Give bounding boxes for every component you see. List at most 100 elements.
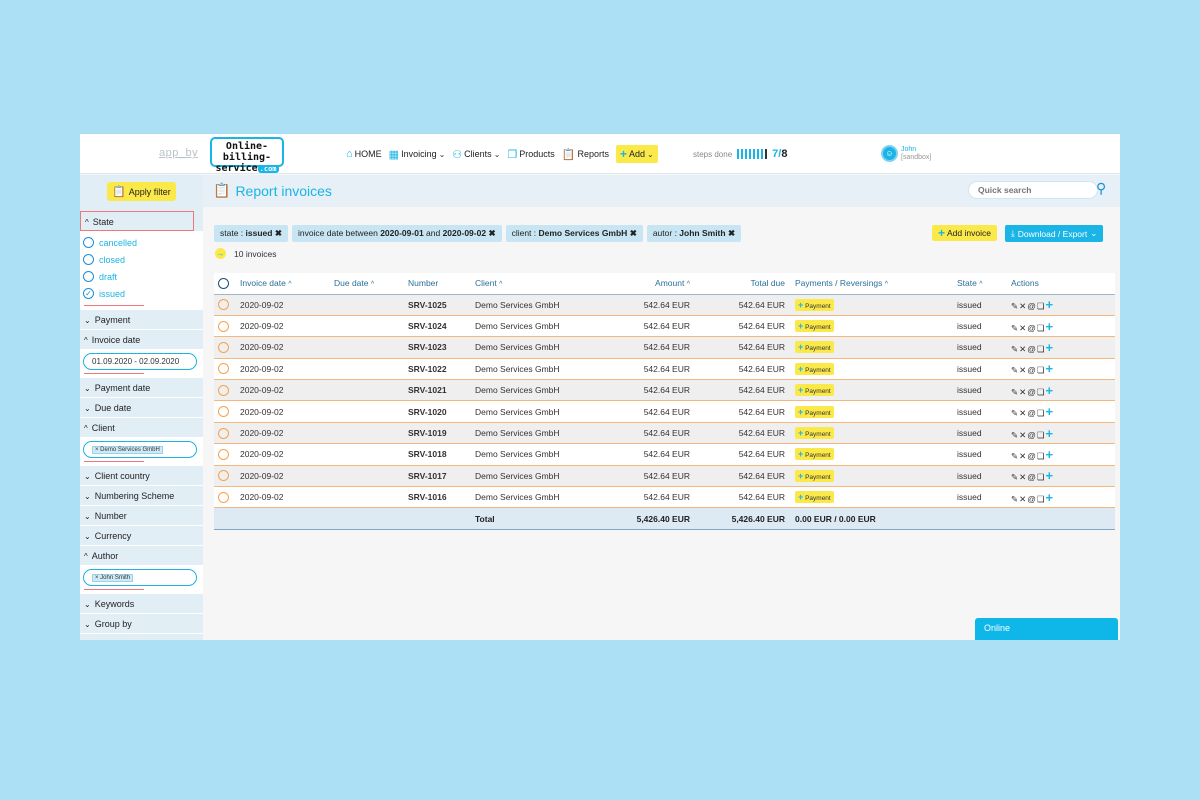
filter-invoice-date-header[interactable]: ^ Invoice date xyxy=(80,330,203,350)
edit-icon[interactable]: ✎ xyxy=(1011,494,1019,504)
add-icon[interactable]: + xyxy=(1046,383,1055,398)
email-icon[interactable]: @ xyxy=(1027,323,1037,333)
cell-number-link[interactable]: SRV-1025 xyxy=(408,294,475,316)
edit-icon[interactable]: ✎ xyxy=(1011,472,1019,482)
remove-icon[interactable]: ✖ xyxy=(630,228,637,238)
add-payment-button[interactable]: + Payment xyxy=(795,298,834,311)
filter-number-header[interactable]: ⌄ Number xyxy=(80,506,203,526)
user-menu[interactable]: ☺ John [sandbox] xyxy=(881,145,931,162)
edit-icon[interactable]: ✎ xyxy=(1011,408,1019,418)
col-state[interactable]: State ^ xyxy=(957,273,1011,295)
table-row[interactable]: 2020-09-02 SRV-1017 Demo Services GmbH 542.… xyxy=(214,465,1115,488)
edit-icon[interactable]: ✎ xyxy=(1011,430,1019,440)
remove-icon[interactable]: ✖ xyxy=(488,228,495,238)
add-invoice-button[interactable]: + Add invoice xyxy=(932,225,997,241)
add-payment-button[interactable]: + Payment xyxy=(795,448,834,461)
chip-state[interactable]: state : issued ✖ xyxy=(214,225,288,242)
add-icon[interactable]: + xyxy=(1046,404,1055,419)
table-row[interactable]: 2020-09-02 SRV-1023 Demo Services GmbH 542.… xyxy=(214,336,1115,359)
copy-icon[interactable]: ❏ xyxy=(1037,430,1046,440)
col-due-date[interactable]: Due date ^ xyxy=(334,273,408,295)
copy-icon[interactable]: ❏ xyxy=(1037,451,1046,461)
cell-number-link[interactable]: SRV-1020 xyxy=(408,400,475,423)
app-by-link[interactable]: app_by xyxy=(159,147,198,159)
col-client[interactable]: Client ^ xyxy=(475,273,590,295)
steps-progress[interactable]: steps done 7/8 xyxy=(693,148,787,160)
row-select[interactable] xyxy=(214,486,240,509)
edit-icon[interactable]: ✎ xyxy=(1011,387,1019,397)
add-icon[interactable]: + xyxy=(1046,447,1055,462)
logo[interactable]: Online-billing- service .com xyxy=(210,137,284,174)
online-chat-button[interactable]: Online xyxy=(975,618,1118,640)
row-checkbox[interactable] xyxy=(218,299,229,311)
add-menu-button[interactable]: + Add ⌄ xyxy=(616,145,658,163)
row-checkbox[interactable] xyxy=(218,406,229,418)
row-checkbox[interactable] xyxy=(218,363,229,375)
filter-numbering-header[interactable]: ⌄ Numbering Scheme xyxy=(80,486,203,506)
row-select[interactable] xyxy=(214,422,240,445)
nav-reports[interactable]: 📋 Reports xyxy=(562,148,609,161)
copy-icon[interactable]: ❏ xyxy=(1037,365,1046,375)
email-icon[interactable]: @ xyxy=(1027,451,1037,461)
state-option-issued[interactable]: ✓ issued xyxy=(83,285,200,302)
cell-number-link[interactable]: SRV-1023 xyxy=(408,336,475,359)
state-option-cancelled[interactable]: cancelled xyxy=(83,234,200,251)
copy-icon[interactable]: ❏ xyxy=(1037,472,1046,482)
edit-icon[interactable]: ✎ xyxy=(1011,451,1019,461)
remove-icon[interactable]: ✖ xyxy=(275,228,282,238)
chip-client[interactable]: client : Demo Services GmbH ✖ xyxy=(505,225,643,242)
email-icon[interactable]: @ xyxy=(1027,301,1037,311)
client-filter-input[interactable]: × Demo Services GmbH xyxy=(83,441,197,458)
filter-client-header[interactable]: ^ Client xyxy=(80,418,203,438)
cell-number-link[interactable]: SRV-1018 xyxy=(408,443,475,466)
row-checkbox[interactable] xyxy=(218,491,229,503)
add-icon[interactable]: + xyxy=(1046,319,1055,334)
cell-number-link[interactable]: SRV-1024 xyxy=(408,315,475,338)
table-row[interactable]: 2020-09-02 SRV-1022 Demo Services GmbH 542.… xyxy=(214,358,1115,381)
add-payment-button[interactable]: + Payment xyxy=(795,405,834,418)
state-option-closed[interactable]: closed xyxy=(83,251,200,268)
apply-filter-button[interactable]: 📋 Apply filter xyxy=(107,182,176,201)
add-payment-button[interactable]: + Payment xyxy=(795,320,834,333)
row-select[interactable] xyxy=(214,443,240,466)
email-icon[interactable]: @ xyxy=(1027,387,1037,397)
row-select[interactable] xyxy=(214,358,240,381)
add-icon[interactable]: + xyxy=(1046,340,1055,355)
state-option-draft[interactable]: draft xyxy=(83,268,200,285)
chip-author[interactable]: autor : John Smith ✖ xyxy=(646,225,742,242)
remove-icon[interactable]: ✖ xyxy=(728,228,735,238)
copy-icon[interactable]: ❏ xyxy=(1037,344,1046,354)
search-icon[interactable]: ⚲ xyxy=(1096,180,1106,197)
row-checkbox[interactable] xyxy=(218,427,229,439)
filter-group-by-header[interactable]: ⌄ Group by xyxy=(80,614,203,634)
cell-client-link[interactable]: Demo Services GmbH xyxy=(475,465,590,488)
filter-currency-header[interactable]: ⌄ Currency xyxy=(80,526,203,546)
table-row[interactable]: 2020-09-02 SRV-1020 Demo Services GmbH 542.… xyxy=(214,400,1115,423)
cell-client-link[interactable]: Demo Services GmbH xyxy=(475,358,590,381)
email-icon[interactable]: @ xyxy=(1027,365,1037,375)
row-checkbox[interactable] xyxy=(218,470,229,482)
cell-client-link[interactable]: Demo Services GmbH xyxy=(475,400,590,423)
edit-icon[interactable]: ✎ xyxy=(1011,323,1019,333)
cell-client-link[interactable]: Demo Services GmbH xyxy=(475,486,590,509)
nav-products[interactable]: ❐ Products xyxy=(507,148,554,161)
copy-icon[interactable]: ❏ xyxy=(1037,301,1046,311)
edit-icon[interactable]: ✎ xyxy=(1011,301,1019,311)
cell-client-link[interactable]: Demo Services GmbH xyxy=(475,379,590,402)
add-icon[interactable]: + xyxy=(1046,297,1055,312)
row-select[interactable] xyxy=(214,336,240,359)
chip-invoice-date[interactable]: invoice date between 2020-09-01 and 2020… xyxy=(291,225,502,242)
nav-invoicing[interactable]: ▦ Invoicing ⌄ xyxy=(389,148,446,161)
add-icon[interactable]: + xyxy=(1046,468,1055,483)
filter-state-header[interactable]: ^ State xyxy=(80,211,194,231)
cell-number-link[interactable]: SRV-1016 xyxy=(408,486,475,509)
add-payment-button[interactable]: + Payment xyxy=(795,341,834,354)
copy-icon[interactable]: ❏ xyxy=(1037,387,1046,397)
row-select[interactable] xyxy=(214,294,240,316)
add-payment-button[interactable]: + Payment xyxy=(795,491,834,504)
col-payments[interactable]: Payments / Reversings ^ xyxy=(795,273,957,295)
email-icon[interactable]: @ xyxy=(1027,472,1037,482)
cell-client-link[interactable]: Demo Services GmbH xyxy=(475,294,590,316)
cell-client-link[interactable]: Demo Services GmbH xyxy=(475,422,590,445)
filter-due-date-header[interactable]: ⌄ Due date xyxy=(80,398,203,418)
